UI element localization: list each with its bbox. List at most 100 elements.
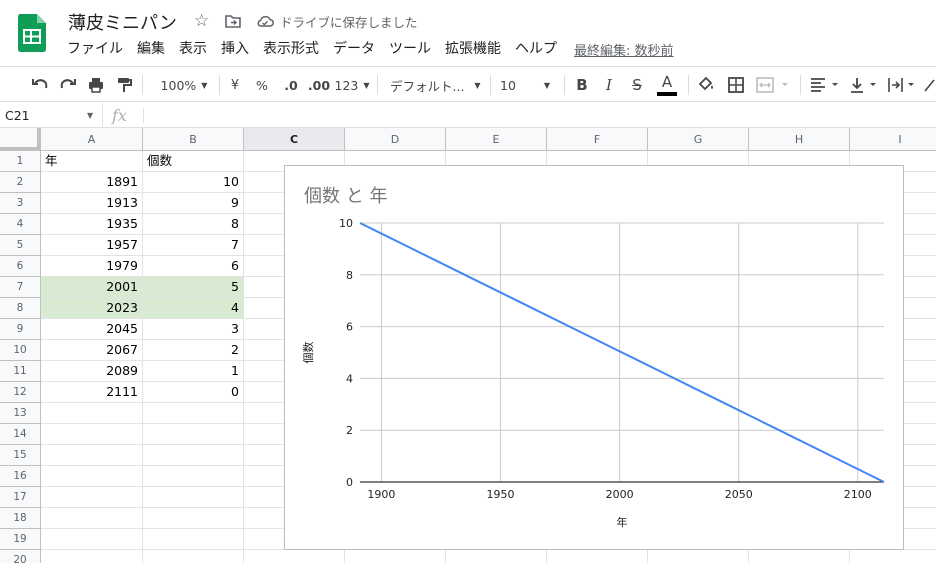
row-header-6[interactable]: 6 <box>0 256 41 277</box>
row-header-20[interactable]: 20 <box>0 550 41 563</box>
cell-b3[interactable]: 9 <box>143 193 244 214</box>
formula-input[interactable] <box>150 103 930 128</box>
column-header-b[interactable]: B <box>143 128 244 151</box>
menu-view[interactable]: 表示 <box>172 38 214 60</box>
row-header-7[interactable]: 7 <box>0 277 41 298</box>
menu-extensions[interactable]: 拡張機能 <box>438 38 508 60</box>
decrease-decimal-button[interactable]: .0 <box>280 72 302 98</box>
row-header-4[interactable]: 4 <box>0 214 41 235</box>
vertical-align-icon[interactable] <box>848 72 882 98</box>
cell-b9[interactable]: 3 <box>143 319 244 340</box>
cell-a4[interactable]: 1935 <box>41 214 143 235</box>
row-header-16[interactable]: 16 <box>0 466 41 487</box>
increase-decimal-button[interactable]: .00 <box>306 72 332 98</box>
row-header-8[interactable]: 8 <box>0 298 41 319</box>
star-icon[interactable]: ☆ <box>194 11 209 31</box>
cell-b7[interactable]: 5 <box>143 277 244 298</box>
text-color-button[interactable]: A <box>655 72 679 98</box>
menu-format[interactable]: 表示形式 <box>256 38 326 60</box>
sheets-logo-icon[interactable] <box>18 14 46 52</box>
cell-h20[interactable] <box>749 550 850 563</box>
cell-a10[interactable]: 2067 <box>41 340 143 361</box>
row-header-13[interactable]: 13 <box>0 403 41 424</box>
row-header-9[interactable]: 9 <box>0 319 41 340</box>
column-header-e[interactable]: E <box>446 128 547 151</box>
align-left-icon[interactable] <box>808 72 844 98</box>
cell-b4[interactable]: 8 <box>143 214 244 235</box>
cell-b8[interactable]: 4 <box>143 298 244 319</box>
menu-data[interactable]: データ <box>326 38 382 60</box>
row-header-19[interactable]: 19 <box>0 529 41 550</box>
cell-b12[interactable]: 0 <box>143 382 244 403</box>
cell-a11[interactable]: 2089 <box>41 361 143 382</box>
cell-c20[interactable] <box>244 550 345 563</box>
cell-e20[interactable] <box>446 550 547 563</box>
cell-b13[interactable] <box>143 403 244 424</box>
font-family-select[interactable]: デフォルト... ▼ <box>390 72 482 98</box>
menu-help[interactable]: ヘルプ <box>508 38 564 60</box>
cell-a12[interactable]: 2111 <box>41 382 143 403</box>
print-icon[interactable] <box>86 72 106 98</box>
cell-a20[interactable] <box>41 550 143 563</box>
cell-b11[interactable]: 1 <box>143 361 244 382</box>
font-size-select[interactable]: 10 ▼ <box>500 72 556 98</box>
cell-a19[interactable] <box>41 529 143 550</box>
cell-f20[interactable] <box>547 550 648 563</box>
row-header-15[interactable]: 15 <box>0 445 41 466</box>
column-header-c[interactable]: C <box>244 128 345 151</box>
text-wrap-icon[interactable] <box>886 72 920 98</box>
paint-format-icon[interactable] <box>114 72 134 98</box>
cell-a18[interactable] <box>41 508 143 529</box>
cell-a2[interactable]: 1891 <box>41 172 143 193</box>
cell-a16[interactable] <box>41 466 143 487</box>
save-status[interactable]: ドライブに保存しました <box>280 12 418 31</box>
strikethrough-button[interactable]: S <box>629 72 645 98</box>
column-header-i[interactable]: I <box>850 128 936 151</box>
italic-button[interactable]: I <box>601 72 617 98</box>
fill-color-icon[interactable] <box>696 72 716 98</box>
document-title[interactable]: 薄皮ミニパン <box>68 9 177 35</box>
bold-button[interactable]: B <box>574 72 590 98</box>
undo-icon[interactable] <box>30 72 50 98</box>
row-header-12[interactable]: 12 <box>0 382 41 403</box>
cell-a14[interactable] <box>41 424 143 445</box>
row-header-18[interactable]: 18 <box>0 508 41 529</box>
column-header-g[interactable]: G <box>648 128 749 151</box>
row-header-14[interactable]: 14 <box>0 424 41 445</box>
cell-g20[interactable] <box>648 550 749 563</box>
cell-i20[interactable] <box>850 550 936 563</box>
menu-file[interactable]: ファイル <box>60 38 130 60</box>
row-header-17[interactable]: 17 <box>0 487 41 508</box>
cloud-icon[interactable] <box>255 11 275 31</box>
embedded-chart[interactable]: 個数 と 年 0 2 4 6 8 10 1900 1950 2000 2050 2100 年個数 <box>284 165 904 550</box>
cell-b5[interactable]: 7 <box>143 235 244 256</box>
last-edit-link[interactable]: 最終編集: 数秒前 <box>574 40 674 59</box>
cell-b16[interactable] <box>143 466 244 487</box>
cell-b19[interactable] <box>143 529 244 550</box>
cell-a7[interactable]: 2001 <box>41 277 143 298</box>
currency-button[interactable]: ¥ <box>228 72 242 98</box>
row-header-5[interactable]: 5 <box>0 235 41 256</box>
select-all-corner[interactable] <box>0 128 41 151</box>
cell-b2[interactable]: 10 <box>143 172 244 193</box>
cell-b14[interactable] <box>143 424 244 445</box>
cell-b1[interactable]: 個数 <box>143 151 244 172</box>
cell-b15[interactable] <box>143 445 244 466</box>
column-header-a[interactable]: A <box>41 128 143 151</box>
cell-a15[interactable] <box>41 445 143 466</box>
percent-button[interactable]: % <box>255 72 269 98</box>
borders-icon[interactable] <box>726 72 746 98</box>
cell-a3[interactable]: 1913 <box>41 193 143 214</box>
cell-a13[interactable] <box>41 403 143 424</box>
cell-a9[interactable]: 2045 <box>41 319 143 340</box>
cell-b6[interactable]: 6 <box>143 256 244 277</box>
cell-b10[interactable]: 2 <box>143 340 244 361</box>
cell-a8[interactable]: 2023 <box>41 298 143 319</box>
cell-a1[interactable]: 年 <box>41 151 143 172</box>
row-header-1[interactable]: 1 <box>0 151 41 172</box>
menu-tools[interactable]: ツール <box>382 38 438 60</box>
column-header-h[interactable]: H <box>749 128 850 151</box>
column-header-f[interactable]: F <box>547 128 648 151</box>
row-header-11[interactable]: 11 <box>0 361 41 382</box>
cell-a6[interactable]: 1979 <box>41 256 143 277</box>
